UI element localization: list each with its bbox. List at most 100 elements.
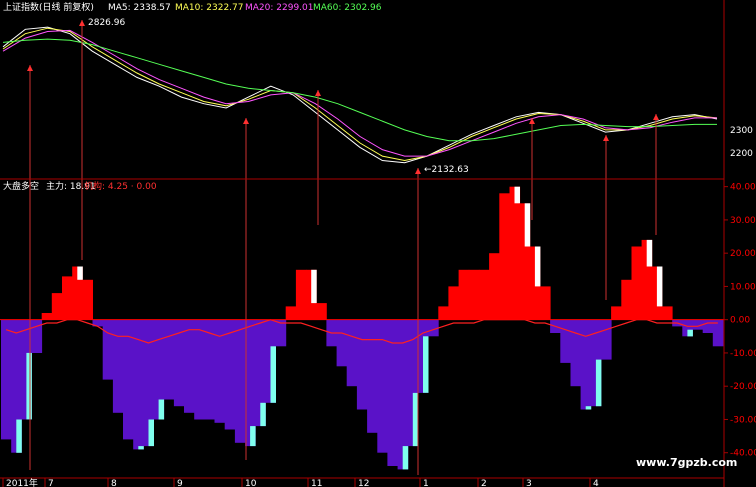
upper-tick-2300: 2300 — [730, 126, 753, 136]
bar-edge — [77, 266, 83, 280]
chart-svg: 40.00 30.00 20.00 10.00 0.00 -10.00 -20.00 -30.… — [0, 0, 756, 487]
bar — [285, 306, 297, 320]
bar-edge — [585, 406, 592, 410]
bar — [82, 279, 93, 320]
bar — [367, 319, 378, 433]
ma-line-ma60 — [2, 38, 717, 142]
signal-arrow-icon — [79, 20, 85, 26]
bar-edge — [250, 426, 256, 447]
lower-title: 大盘多空 — [3, 180, 39, 192]
bar — [621, 279, 632, 320]
month-label: 11 — [311, 479, 322, 487]
ma10-label: MA10: 2322.77 — [175, 3, 243, 13]
y-tick-label: -10.00 — [730, 349, 756, 359]
month-label: 3 — [526, 479, 532, 487]
bar — [224, 319, 236, 430]
month-label: 4 — [593, 479, 599, 487]
ma-line-ma5 — [2, 26, 718, 164]
bar — [580, 319, 592, 410]
ma60-label: MA60: 2302.96 — [313, 3, 382, 13]
chart-stage: 40.00 30.00 20.00 10.00 0.00 -10.00 -20.00 -30.… — [0, 0, 756, 487]
bar-edge — [595, 359, 602, 407]
bar-edge — [260, 402, 266, 427]
bar-edge — [158, 399, 165, 420]
bar — [478, 269, 490, 320]
bar-edge — [646, 239, 653, 267]
month-label: 2011年 — [6, 477, 38, 487]
bar-edge — [138, 446, 144, 450]
bar — [346, 319, 358, 387]
month-label: 12 — [358, 479, 369, 487]
ma20-label: MA20: 2299.01 — [245, 3, 313, 13]
bar — [51, 293, 63, 320]
bar — [540, 286, 551, 320]
bar — [316, 303, 327, 320]
bar — [41, 313, 53, 320]
y-tick-label: 30.00 — [730, 216, 756, 226]
bar-edge — [402, 446, 409, 470]
bar — [102, 319, 114, 380]
bar-edge — [26, 352, 32, 420]
ma5-label: MA5: 2338.57 — [108, 3, 171, 13]
low-annotation: ←2132.63 — [424, 165, 469, 175]
y-tick-label: 0.00 — [730, 316, 750, 326]
bar-edge — [534, 246, 541, 287]
bar — [662, 306, 673, 320]
month-label: 7 — [48, 479, 54, 487]
bar — [468, 269, 480, 320]
bar — [62, 276, 73, 320]
bar-edge — [423, 336, 429, 393]
bar — [458, 269, 470, 320]
bar — [1, 319, 12, 440]
signal-arrow-icon — [27, 65, 33, 71]
bar — [336, 319, 348, 367]
signal-arrow-icon — [653, 114, 659, 120]
signal-arrow-icon — [243, 118, 249, 124]
bar — [163, 319, 175, 400]
watermark: www.7gpzb.com — [636, 456, 737, 469]
bar — [448, 286, 459, 320]
bar — [499, 193, 510, 320]
bar — [560, 319, 571, 363]
month-label: 8 — [111, 479, 117, 487]
upper-ma-lines — [2, 26, 718, 164]
month-label: 9 — [177, 479, 183, 487]
bar — [295, 269, 307, 320]
y-tick-label: 40.00 — [730, 183, 756, 193]
month-label: 1 — [423, 479, 429, 487]
bar-edge — [656, 266, 663, 307]
bar — [112, 319, 124, 413]
bar — [570, 319, 582, 387]
bar — [631, 246, 643, 320]
upper-tick-2200: 2200 — [730, 149, 753, 159]
bar — [601, 319, 612, 360]
y-tick-label: -20.00 — [730, 382, 756, 392]
bar-edge — [412, 392, 419, 447]
bar — [275, 319, 287, 347]
bar — [184, 319, 195, 413]
signal-arrow-icon — [415, 168, 421, 174]
high-annotation: 2826.96 — [88, 18, 125, 28]
ma-line-ma20 — [2, 29, 717, 157]
bar-edge — [524, 203, 531, 247]
bar — [611, 306, 622, 320]
bar — [356, 319, 368, 410]
y-tick-label: 10.00 — [730, 282, 756, 292]
bar — [509, 186, 521, 320]
lower-bars — [1, 186, 724, 470]
bar — [712, 319, 724, 347]
bar-edge — [148, 419, 154, 447]
bar — [489, 253, 500, 320]
header-title: 上证指数(日线 前复权) — [3, 1, 94, 13]
month-label: 10 — [245, 479, 257, 487]
bar — [234, 319, 246, 443]
bar-edge — [514, 186, 520, 204]
inst-label: 机构: 4.25 · 0.00 — [84, 180, 157, 192]
y-tick-label: -30.00 — [730, 415, 756, 425]
bar-edge — [687, 329, 693, 337]
ma-line-ma10 — [2, 27, 718, 162]
bar — [702, 319, 714, 333]
month-label: 2 — [481, 479, 487, 487]
bar — [438, 306, 449, 320]
bar-edge — [16, 419, 22, 453]
